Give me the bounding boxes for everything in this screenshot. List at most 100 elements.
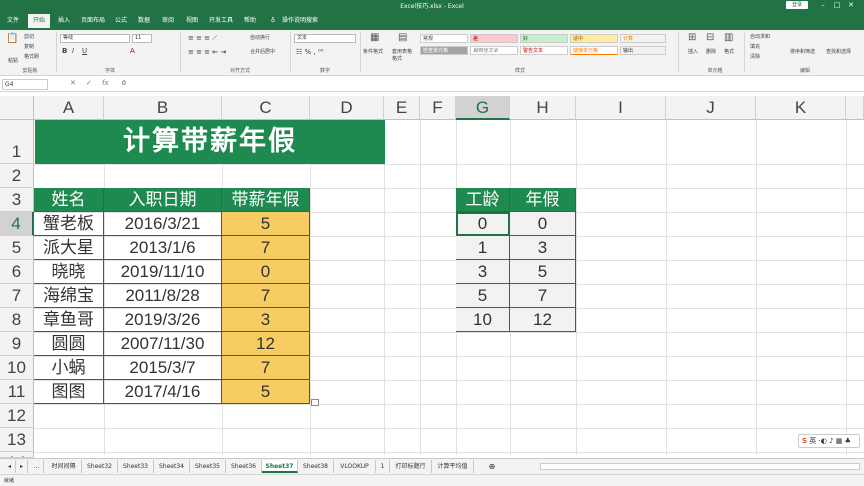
add-sheet-icon[interactable]: ⊕ — [484, 460, 500, 473]
tab-formulas[interactable]: 公式 — [112, 14, 130, 28]
row-header[interactable]: 8 — [0, 308, 34, 332]
find-select-button[interactable]: 查找和选择 — [826, 48, 851, 55]
leave-cell[interactable]: 5 — [222, 212, 310, 236]
row-header[interactable]: 13 — [0, 428, 34, 452]
style-bad[interactable]: 差 — [470, 34, 518, 43]
name-cell[interactable]: 小蜗 — [34, 356, 104, 380]
column-header-f[interactable]: F — [420, 96, 456, 120]
name-cell[interactable]: 海绵宝 — [34, 284, 104, 308]
sheet-tab[interactable]: Sheet38 — [298, 460, 334, 473]
tab-data[interactable]: 数据 — [134, 14, 154, 28]
style-normal[interactable]: 常规 — [420, 34, 468, 43]
conditional-format-icon[interactable]: ▦ — [370, 32, 379, 43]
row-header[interactable]: 2 — [0, 164, 34, 188]
leave-cell[interactable]: 3 — [222, 308, 310, 332]
font-color-button[interactable]: A — [130, 47, 135, 55]
number-format-select[interactable]: 文本 — [294, 34, 356, 43]
font-name-select[interactable]: 等线 — [60, 34, 130, 43]
name-cell[interactable]: 图图 — [34, 380, 104, 404]
sheet-tab[interactable]: Sheet36 — [226, 460, 262, 473]
leave-cell[interactable]: 0 — [222, 260, 310, 284]
column-header-j[interactable]: J — [666, 96, 756, 120]
sort-filter-button[interactable]: 排序和筛选 — [790, 48, 815, 55]
column-header-d[interactable]: D — [310, 96, 384, 120]
sheet-tab[interactable]: 打印标题行 — [390, 460, 432, 473]
tab-insert[interactable]: 插入 — [54, 14, 74, 28]
style-link[interactable]: 链接单元格 — [570, 46, 618, 55]
paste-options-icon[interactable] — [311, 399, 319, 406]
close-icon[interactable]: ✕ — [844, 0, 858, 10]
table-header-cell[interactable]: 姓名 — [34, 188, 104, 212]
bold-button[interactable]: B — [62, 47, 67, 55]
table-header-cell[interactable]: 带薪年假 — [222, 188, 310, 212]
row-header[interactable]: 11 — [0, 380, 34, 404]
paste-button[interactable]: 粘贴 — [8, 57, 18, 64]
lookup-header-cell[interactable]: 年假 — [510, 188, 576, 212]
underline-button[interactable]: U — [82, 47, 87, 55]
align-row2-icons[interactable]: ≡ ≡ ≡ ⇤ ⇥ — [188, 48, 226, 56]
name-cell[interactable]: 圆圆 — [34, 332, 104, 356]
row-header[interactable]: 12 — [0, 404, 34, 428]
row-header[interactable]: 3 — [0, 188, 34, 212]
formula-input[interactable]: 0 — [122, 80, 126, 87]
ime-indicator[interactable]: S 英 ·◐ ♪ ▦ ♣ — [798, 434, 860, 448]
horizontal-scrollbar[interactable] — [540, 460, 860, 473]
delete-cells-button[interactable]: 删除 — [706, 48, 716, 55]
paste-icon[interactable]: 📋 — [6, 33, 18, 44]
days-cell[interactable]: 3 — [510, 236, 576, 260]
style-warn[interactable]: 警告文本 — [520, 46, 568, 55]
autosum-button[interactable]: 自动求和 — [750, 33, 770, 40]
merge-center-button[interactable]: 合并后居中 — [250, 48, 275, 55]
leave-cell[interactable]: 7 — [222, 356, 310, 380]
days-cell[interactable]: 12 — [510, 308, 576, 332]
date-cell[interactable]: 2016/3/21 — [104, 212, 222, 236]
row-header[interactable]: 10 — [0, 356, 34, 380]
row-header[interactable]: 4 — [0, 212, 34, 236]
row-header[interactable]: 7 — [0, 284, 34, 308]
days-cell[interactable]: 5 — [510, 260, 576, 284]
style-good[interactable]: 好 — [520, 34, 568, 43]
style-check[interactable]: 检查单元格 — [420, 46, 468, 55]
name-box[interactable]: G4 — [2, 79, 48, 90]
insert-cells-button[interactable]: 插入 — [688, 48, 698, 55]
table-header-cell[interactable]: 入职日期 — [104, 188, 222, 212]
more-sheets-icon[interactable]: … — [30, 460, 44, 473]
fx-icon[interactable]: fx — [102, 79, 109, 87]
delete-cells-icon[interactable]: ⊟ — [706, 32, 714, 43]
tab-view[interactable]: 视图 — [182, 14, 202, 28]
name-cell[interactable]: 蟹老板 — [34, 212, 104, 236]
leave-cell[interactable]: 12 — [222, 332, 310, 356]
tab-review[interactable]: 审阅 — [158, 14, 178, 28]
column-header-c[interactable]: C — [222, 96, 310, 120]
number-format-icons[interactable]: ☷ % , ⁰⁰ — [296, 48, 323, 56]
sheet-tab[interactable]: Sheet33 — [118, 460, 154, 473]
column-header-e[interactable]: E — [384, 96, 420, 120]
row-header[interactable]: 6 — [0, 260, 34, 284]
column-header-b[interactable]: B — [104, 96, 222, 120]
column-header-i[interactable]: I — [576, 96, 666, 120]
italic-button[interactable]: I — [72, 47, 74, 55]
align-icons[interactable]: ≡ ≡ ≡ ⟋ — [188, 34, 217, 43]
leave-cell[interactable]: 7 — [222, 236, 310, 260]
cut-button[interactable]: 剪切 — [24, 33, 34, 40]
style-neutral[interactable]: 适中 — [570, 34, 618, 43]
column-header-a[interactable]: A — [34, 96, 104, 120]
date-cell[interactable]: 2019/11/10 — [104, 260, 222, 284]
column-header-h[interactable]: H — [510, 96, 576, 120]
date-cell[interactable]: 2011/8/28 — [104, 284, 222, 308]
tab-file[interactable]: 文件 — [2, 14, 24, 28]
date-cell[interactable]: 2013/1/6 — [104, 236, 222, 260]
cancel-icon[interactable]: ✕ — [70, 79, 76, 87]
name-cell[interactable]: 晓晓 — [34, 260, 104, 284]
sheet-tab[interactable]: 1 — [376, 460, 390, 473]
column-header-g[interactable]: G — [456, 96, 510, 120]
tab-help[interactable]: 帮助 — [240, 14, 260, 28]
tab-home[interactable]: 开始 — [28, 14, 50, 28]
wrap-text-button[interactable]: 自动换行 — [250, 34, 270, 41]
fill-button[interactable]: 填充 — [750, 43, 760, 50]
title-banner[interactable]: 计算带薪年假 — [35, 120, 385, 164]
sheet-tab[interactable]: 计算平均值 — [432, 460, 474, 473]
sheet-tab[interactable]: Sheet32 — [82, 460, 118, 473]
sheet-tab[interactable]: VLOOKUP — [334, 460, 376, 473]
prev-sheet-icon[interactable]: ◂ — [4, 460, 16, 473]
